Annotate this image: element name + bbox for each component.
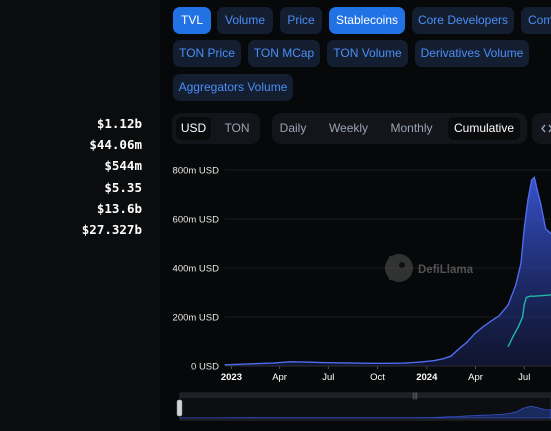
stat-values-list: $1.12b $44.06m $544m $5.35 $13.6b $27.32… bbox=[82, 113, 142, 240]
tvl-point bbox=[238, 363, 240, 365]
tvl-point bbox=[465, 342, 467, 344]
tvl-point bbox=[371, 362, 373, 364]
stat-value: $13.6b bbox=[96, 200, 142, 216]
stablecoins-point bbox=[540, 295, 542, 297]
tvl-point bbox=[433, 360, 435, 362]
x-tick-label: 2024 bbox=[416, 372, 438, 383]
tvl-point bbox=[272, 362, 274, 364]
y-tick-label: 0 USD bbox=[191, 362, 219, 373]
y-tick-label: 600m USD bbox=[173, 215, 220, 226]
stat-value: $44.06m bbox=[89, 137, 142, 153]
chip-ton-volume[interactable]: TON Volume bbox=[327, 40, 408, 67]
chip-com[interactable]: Com bbox=[521, 7, 551, 34]
tvl-point bbox=[533, 176, 535, 178]
tvl-point bbox=[387, 362, 389, 364]
chip-ton-mcap[interactable]: TON MCap bbox=[248, 40, 320, 67]
stablecoins-point bbox=[529, 295, 531, 297]
period-toggle-group: Daily Weekly Monthly Cumulative bbox=[272, 113, 527, 144]
tvl-point bbox=[289, 361, 291, 363]
stablecoins-point bbox=[525, 296, 527, 298]
chip-stablecoins[interactable]: Stablecoins bbox=[329, 7, 405, 34]
stablecoins-point bbox=[512, 336, 514, 338]
chip-core-developers[interactable]: Core Developers bbox=[412, 7, 514, 34]
tvl-point bbox=[354, 362, 356, 364]
chip-price[interactable]: Price bbox=[280, 7, 322, 34]
tvl-point bbox=[540, 203, 542, 205]
x-tick-label: Jul bbox=[518, 372, 530, 383]
x-axis-ticks: 2023 Apr Jul Oct 2024 Apr Jul bbox=[221, 365, 551, 383]
stat-value: $5.35 bbox=[104, 179, 142, 195]
tvl-point bbox=[515, 284, 517, 286]
defillama-watermark: DefiLlama bbox=[385, 254, 474, 282]
x-tick-label: Oct bbox=[370, 372, 385, 383]
brush-handle-left bbox=[176, 399, 183, 417]
tvl-point bbox=[482, 326, 484, 328]
currency-usd-toggle[interactable]: USD bbox=[176, 117, 211, 140]
chip-ton-price[interactable]: TON Price bbox=[173, 40, 241, 67]
tvl-point bbox=[442, 358, 444, 360]
x-tick-label: Apr bbox=[272, 372, 287, 383]
tvl-point bbox=[536, 189, 538, 191]
period-weekly-toggle[interactable]: Weekly bbox=[322, 117, 375, 140]
brush-grip: ||| bbox=[412, 393, 418, 400]
chip-aggregators-volume[interactable]: Aggregators Volume bbox=[173, 74, 293, 101]
stablecoins-point bbox=[522, 316, 524, 318]
x-tick-label: 2023 bbox=[221, 372, 242, 383]
y-axis-ticks: 800m USD 600m USD 400m USD 200m USD 0 USD bbox=[173, 166, 220, 373]
period-daily-toggle[interactable]: Daily bbox=[276, 117, 310, 140]
stablecoins-point bbox=[533, 295, 535, 297]
y-tick-label: 800m USD bbox=[173, 166, 220, 177]
stablecoins-point bbox=[523, 304, 525, 306]
tvl-point bbox=[531, 179, 533, 181]
currency-ton-toggle[interactable]: TON bbox=[219, 117, 255, 140]
tvl-chart[interactable]: 800m USD 600m USD 400m USD 200m USD 0 USD De… bbox=[160, 150, 551, 431]
period-monthly-toggle[interactable]: Monthly bbox=[384, 117, 439, 140]
tvl-point bbox=[458, 348, 460, 350]
tvl-point bbox=[224, 364, 226, 366]
stat-value: $544m bbox=[104, 158, 142, 174]
currency-toggle-group: USD TON bbox=[172, 113, 260, 144]
tvl-point bbox=[491, 320, 493, 322]
tvl-point bbox=[520, 262, 522, 264]
chip-tvl[interactable]: TVL bbox=[173, 7, 211, 34]
tvl-point bbox=[498, 315, 500, 317]
tvl-point bbox=[507, 304, 509, 306]
code-icon bbox=[541, 124, 551, 133]
tvl-point bbox=[523, 228, 525, 230]
tvl-point bbox=[474, 332, 477, 334]
tvl-point bbox=[450, 355, 452, 357]
tvl-point bbox=[257, 363, 259, 365]
embed-button[interactable] bbox=[532, 113, 551, 144]
tvl-point bbox=[419, 361, 421, 363]
stat-value: $27.327b bbox=[81, 221, 142, 237]
x-tick-label: Jul bbox=[322, 372, 334, 383]
tvl-point bbox=[403, 362, 405, 364]
zoom-brush[interactable]: ||| bbox=[176, 392, 551, 421]
brush-top-bar bbox=[180, 393, 551, 398]
x-tick-label: Apr bbox=[468, 372, 483, 383]
tvl-point bbox=[337, 362, 340, 364]
watermark-text: DefiLlama bbox=[418, 264, 474, 276]
tvl-point bbox=[321, 362, 323, 364]
period-cumulative-toggle[interactable]: Cumulative bbox=[448, 117, 520, 140]
tvl-point bbox=[527, 198, 529, 200]
tvl-point bbox=[545, 228, 547, 230]
y-tick-label: 200m USD bbox=[173, 313, 220, 324]
stablecoins-point bbox=[507, 345, 509, 347]
chip-derivatives-volume[interactable]: Derivatives Volume bbox=[415, 40, 529, 67]
chip-volume[interactable]: Volume bbox=[217, 7, 273, 34]
stablecoins-point bbox=[517, 326, 519, 328]
y-tick-label: 400m USD bbox=[173, 264, 220, 275]
tvl-point bbox=[305, 361, 307, 363]
stat-value: $1.12b bbox=[96, 116, 142, 131]
metric-chip-bar: TVL Volume Price Stablecoins Core Develo… bbox=[0, 0, 551, 110]
